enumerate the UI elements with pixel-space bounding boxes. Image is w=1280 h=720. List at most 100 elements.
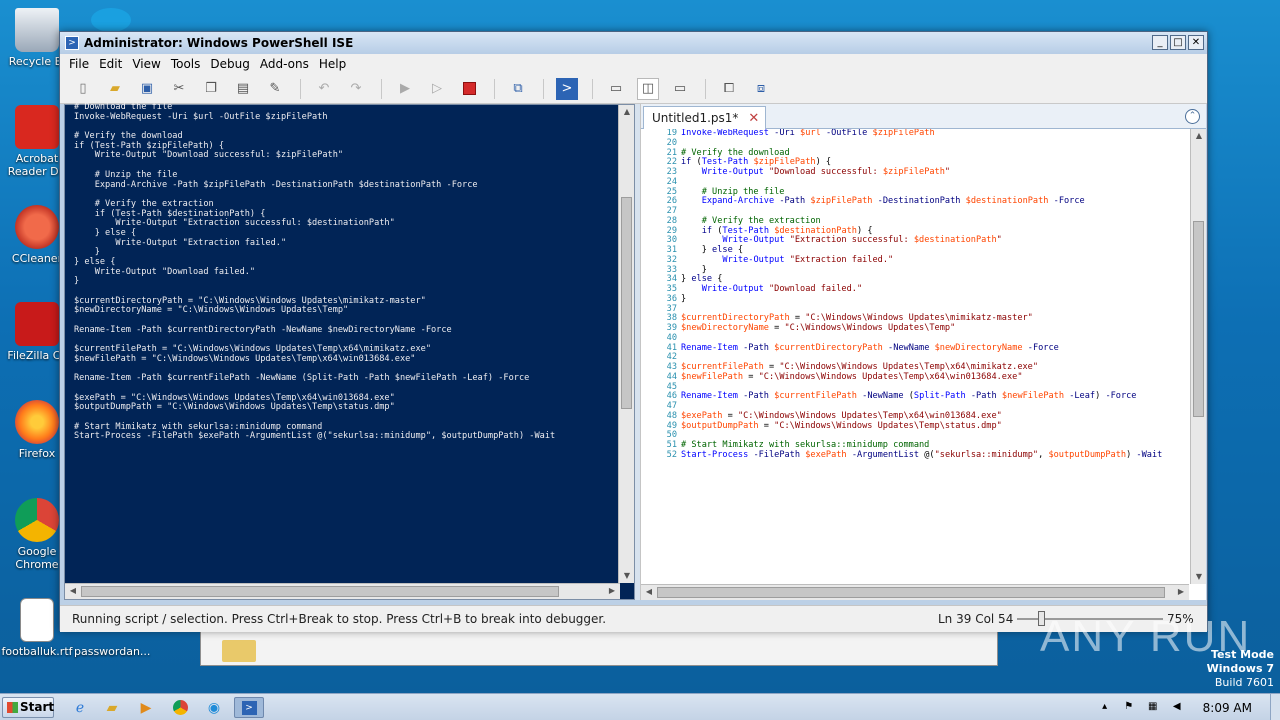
menu-edit[interactable]: Edit [94, 57, 127, 71]
console-pane[interactable]: # Download the file Invoke-WebRequest -Ur… [64, 103, 635, 600]
powershell-ise-icon[interactable]: > [234, 697, 264, 718]
network-icon[interactable]: ▦ [1145, 701, 1161, 715]
console-line: } [74, 247, 100, 258]
code-line: $outputDumpPath = "C:\Windows\Windows Up… [681, 420, 1002, 431]
code-line: } [681, 293, 687, 304]
scroll-up-arrow[interactable]: ▲ [1192, 129, 1206, 143]
scroll-left-arrow[interactable]: ◀ [642, 585, 656, 599]
show-desktop-button[interactable] [1270, 694, 1280, 720]
run-icon[interactable]: ▶ [394, 78, 416, 100]
maximize-button[interactable]: □ [1170, 35, 1186, 50]
console-line: Rename-Item -Path $currentDirectoryPath … [74, 324, 452, 335]
scroll-left-arrow[interactable]: ◀ [66, 584, 80, 598]
start-label: Start [20, 700, 55, 714]
cut-icon[interactable]: ✂ [168, 78, 190, 100]
scroll-right-arrow[interactable]: ▶ [605, 584, 619, 598]
layout-top-icon[interactable]: ▭ [605, 78, 627, 100]
toolbar-separator [494, 78, 495, 99]
window-controls: _ □ ✕ [1152, 35, 1204, 50]
tab-untitled1[interactable]: Untitled1.ps1* ✕ [643, 106, 767, 129]
script-code[interactable]: Invoke-WebRequest -Uri $url -OutFile $zi… [681, 129, 1189, 584]
minimize-button[interactable]: _ [1152, 35, 1168, 50]
console-horizontal-scrollbar[interactable]: ◀ ▶ [65, 583, 620, 599]
folder-icon [222, 640, 256, 662]
console-line: $newDirectoryName = "C:\Windows\Windows … [74, 305, 349, 316]
toolbar-separator [592, 78, 593, 99]
cursor-position: Ln 39 Col 54 [938, 612, 1014, 626]
menu-view[interactable]: View [127, 57, 165, 71]
console-line: Rename-Item -Path $currentFilePath -NewN… [74, 373, 530, 384]
layout-side-icon[interactable]: ◫ [637, 77, 659, 100]
layout-max-icon[interactable]: ▭ [669, 78, 691, 100]
scroll-thumb[interactable] [1193, 221, 1204, 417]
line-number: 52 [666, 449, 677, 460]
title-bar[interactable]: > Administrator: Windows PowerShell ISE … [60, 32, 1207, 54]
console-line: Write-Output "Extraction successful: $de… [74, 218, 395, 229]
commands-icon[interactable]: ⧈ [750, 78, 772, 100]
powershell-ise-window: > Administrator: Windows PowerShell ISE … [59, 31, 1208, 632]
edge-icon[interactable]: ◉ [202, 697, 226, 718]
menu-addons[interactable]: Add-ons [255, 57, 314, 71]
close-icon[interactable]: ✕ [748, 111, 759, 126]
powershell-icon: > [65, 36, 79, 50]
system-tray: ▴ ⚑ ▦ ◀ 8:09 AM [1089, 694, 1280, 720]
collapse-pane-icon[interactable]: ⌃ [1185, 109, 1200, 124]
desktop-icon-label: footballuk.rtf [1, 645, 73, 658]
filezilla-icon [15, 302, 59, 346]
save-icon[interactable]: ▣ [136, 78, 158, 100]
scroll-thumb[interactable] [81, 586, 559, 597]
code-line: $newDirectoryName = "C:\Windows\Windows … [681, 323, 956, 333]
code-line: $newFilePath = "C:\Windows\Windows Updat… [681, 371, 1023, 382]
editor-horizontal-scrollbar[interactable]: ◀ ▶ [641, 584, 1189, 600]
new-file-icon[interactable]: ▯ [72, 78, 94, 100]
toolbar-separator [300, 78, 301, 99]
undo-icon[interactable]: ↶ [313, 78, 335, 100]
open-folder-icon[interactable]: ▰ [104, 78, 126, 100]
explorer-icon[interactable]: ▰ [100, 697, 124, 718]
run-selection-icon[interactable]: ▷ [426, 78, 448, 100]
code-line: } [681, 264, 707, 275]
script-editor[interactable]: 19 20 21 22 23 24 25 26 27 28 29 30 31 32 33 34 35 36 37 38… [641, 129, 1189, 584]
scroll-right-arrow[interactable]: ▶ [1174, 585, 1188, 599]
menu-bar: File Edit View Tools Debug Add-ons Help [60, 54, 1207, 74]
show-script-icon[interactable]: ⧠ [718, 78, 740, 100]
start-button[interactable]: Start [2, 697, 54, 718]
editor-vertical-scrollbar[interactable]: ▲ ▼ [1190, 129, 1206, 584]
scroll-thumb[interactable] [657, 587, 1165, 598]
console-vertical-scrollbar[interactable]: ▲ ▼ [618, 105, 634, 583]
console-output[interactable]: # Download the file Invoke-WebRequest -Ur… [74, 103, 610, 581]
redo-icon[interactable]: ↷ [345, 78, 367, 100]
scroll-thumb[interactable] [621, 197, 632, 409]
scroll-down-arrow[interactable]: ▼ [1192, 570, 1206, 584]
console-line: $newFilePath = "C:\Windows\Windows Updat… [74, 353, 416, 364]
build-line: Build 7601 [1214, 676, 1274, 689]
paste-icon[interactable]: ▤ [232, 78, 254, 100]
remote-icon[interactable]: ⧉ [507, 78, 529, 100]
code-line: Rename-Item -Path $currentFilePath -NewN… [681, 391, 1137, 402]
test-mode-line: Test Mode [1211, 648, 1274, 661]
copy-icon[interactable]: ❐ [200, 78, 222, 100]
stop-icon[interactable] [458, 78, 480, 100]
clock[interactable]: 8:09 AM [1203, 701, 1252, 715]
close-button[interactable]: ✕ [1188, 35, 1204, 50]
ie-icon[interactable]: ℯ [68, 697, 92, 718]
show-hidden-icons-icon[interactable]: ▴ [1097, 701, 1113, 715]
media-icon[interactable]: ▶ [134, 697, 158, 718]
scroll-up-arrow[interactable]: ▲ [620, 105, 634, 119]
powershell-icon[interactable]: > [556, 77, 578, 100]
clear-icon[interactable]: ✎ [264, 78, 286, 100]
code-line: Write-Output "Download successful: $zipF… [701, 167, 951, 177]
windows-version-line: Windows 7 [1206, 662, 1274, 675]
code-line: Write-Output "Extraction failed." [722, 254, 894, 265]
menu-tools[interactable]: Tools [166, 57, 206, 71]
menu-file[interactable]: File [64, 57, 94, 71]
menu-debug[interactable]: Debug [205, 57, 254, 71]
menu-help[interactable]: Help [314, 57, 351, 71]
scroll-down-arrow[interactable]: ▼ [620, 569, 634, 583]
tab-strip: Untitled1.ps1* ✕ ⌃ [641, 104, 1206, 129]
chrome-icon[interactable] [168, 697, 192, 718]
console-line: Write-Output "Download successful: $zipF… [74, 150, 344, 161]
taskbar: Start ℯ ▰ ▶ ◉ > ▴ ⚑ ▦ ◀ 8:09 AM [0, 693, 1280, 720]
volume-icon[interactable]: ◀ [1169, 701, 1185, 715]
flag-icon[interactable]: ⚑ [1121, 701, 1137, 715]
